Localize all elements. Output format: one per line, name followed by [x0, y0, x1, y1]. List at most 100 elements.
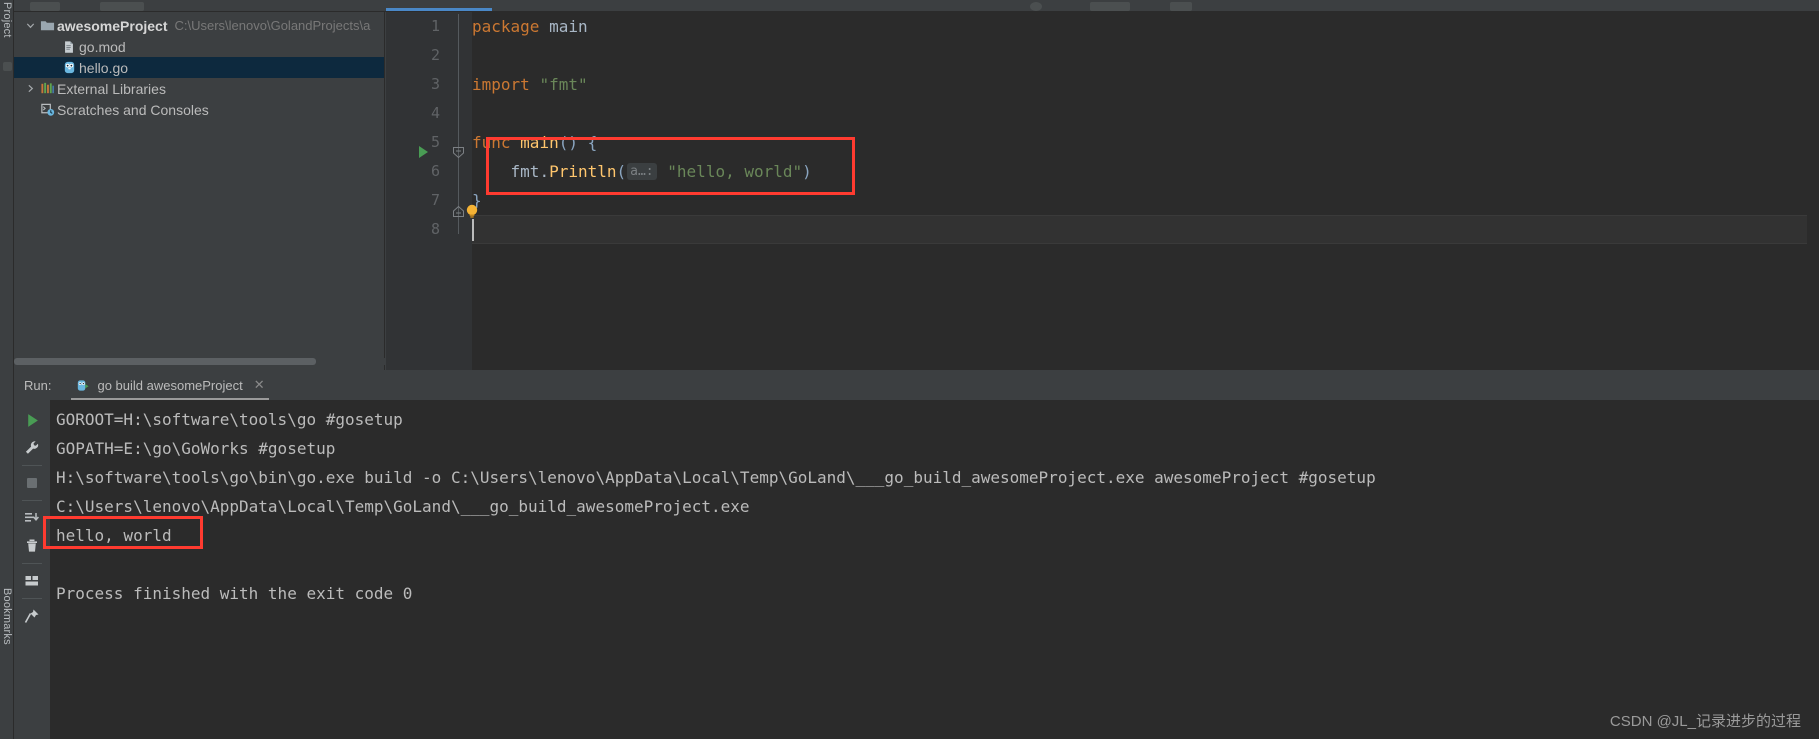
run-triangle-icon[interactable]: [416, 145, 430, 159]
console-line: Process finished with the exit code 0: [56, 584, 413, 603]
scroll-to-end-icon: [25, 513, 39, 522]
tree-item-go-mod[interactable]: go.mod: [14, 36, 384, 57]
editor-gutter[interactable]: 1 2 3 4 5 6 7 8: [386, 12, 448, 370]
toolbar-icon-group-left[interactable]: [30, 2, 60, 11]
layout-settings-button[interactable]: [18, 567, 46, 595]
toolbar-icon-search[interactable]: [1030, 2, 1042, 11]
toolbar-separator: [22, 500, 42, 501]
editor-tab-active-underline: [386, 8, 492, 11]
console-line: GOPATH=E:\go\GoWorks #gosetup: [56, 439, 336, 458]
bottom-left-tool-rail: Bookmarks: [0, 428, 14, 739]
scratches-icon: [37, 102, 57, 117]
rail-label-project[interactable]: Project: [1, 2, 13, 38]
toolbar-icon-run-config[interactable]: [100, 2, 144, 11]
stop-square-icon: [27, 478, 37, 488]
chevron-right-icon[interactable]: [23, 83, 37, 94]
code-token: "fmt": [539, 75, 588, 94]
code-token: {: [587, 133, 598, 152]
intention-bulb-icon[interactable]: [464, 203, 480, 219]
code-line-6[interactable]: fmt.Println(a…: "hello, world"): [472, 157, 812, 186]
rail-label-bookmarks[interactable]: Bookmarks: [1, 588, 13, 645]
text-caret: [472, 219, 474, 241]
libraries-icon: [37, 81, 57, 96]
close-icon[interactable]: ✕: [254, 377, 265, 393]
tree-item-external-libraries[interactable]: External Libraries: [14, 78, 384, 99]
toolbar-icon-extra[interactable]: [1170, 2, 1192, 11]
rerun-button[interactable]: [18, 406, 46, 434]
go-gopher-file-icon: [64, 61, 74, 74]
run-label: Run:: [24, 377, 52, 393]
go-mod-file-icon: [59, 40, 79, 54]
scroll-to-end-button[interactable]: [18, 504, 46, 532]
run-tab-title: go build awesomeProject: [97, 377, 243, 393]
toolbar-separator: [22, 563, 42, 564]
clear-all-button[interactable]: [18, 532, 46, 560]
chevron-down-icon[interactable]: [23, 20, 37, 31]
code-token: ): [802, 162, 812, 181]
line-number: 6: [430, 162, 440, 180]
csdn-watermark: CSDN @JL_记录进步的过程: [1609, 713, 1801, 730]
line-number: 1: [430, 17, 440, 35]
code-token: main: [520, 133, 559, 152]
code-token: (: [616, 162, 627, 181]
run-window-toolbar[interactable]: [16, 400, 48, 739]
main-toolbar: [0, 0, 1819, 12]
line-number: 5: [430, 133, 440, 151]
wrench-icon: [25, 441, 39, 454]
code-line-1[interactable]: package main: [472, 12, 588, 41]
parameter-hint-chip: a…:: [627, 163, 657, 180]
toolbar-icon-group-right[interactable]: [1090, 2, 1130, 11]
go-run-config-icon: [78, 379, 90, 391]
code-editor[interactable]: 1 2 3 4 5 6 7 8 package main import "fmt" func ma…: [386, 12, 1819, 370]
line-number: 8: [430, 220, 440, 238]
run-window-header: Run: go build awesomeProject ✕: [14, 370, 1819, 400]
project-horizontal-scrollbar[interactable]: [14, 355, 385, 367]
toolbar-separator: [22, 598, 42, 599]
scrollbar-thumb[interactable]: [14, 358, 316, 365]
tree-item-scratches-and-consoles[interactable]: Scratches and Consoles: [14, 99, 384, 120]
tree-item-awesomeproject[interactable]: awesomeProject C:\Users\lenovo\GolandProj…: [14, 15, 384, 36]
layout-icon: [25, 576, 38, 586]
editor-fold-gutter[interactable]: [448, 12, 472, 370]
editor-code-text[interactable]: package main import "fmt" func main() { fm…: [472, 12, 1819, 370]
console-vertical-scrollbar[interactable]: [1813, 400, 1819, 739]
run-tool-window: Run: go build awesomeProject ✕ GOROOT=H:…: [14, 370, 1819, 739]
run-tab-go-build[interactable]: go build awesomeProject ✕: [71, 370, 269, 400]
line-number: 3: [430, 75, 440, 93]
line-number: 4: [430, 104, 440, 122]
code-token: .: [539, 162, 550, 181]
go-gopher-file-icon: [59, 60, 79, 75]
code-line-3[interactable]: import "fmt": [472, 70, 588, 99]
stop-button[interactable]: [18, 469, 46, 497]
pin-tab-button[interactable]: [18, 602, 46, 630]
code-token: func: [472, 133, 511, 152]
go-mod-file-icon: [65, 40, 73, 53]
console-line: C:\Users\lenovo\AppData\Local\Temp\GoLan…: [56, 497, 750, 516]
goland-window: Project Bookmarks awesomeProject C:\Users…: [0, 0, 1819, 739]
tree-item-hello-go[interactable]: hello.go: [14, 57, 384, 78]
run-console-output[interactable]: GOROOT=H:\software\tools\go #gosetup GOPA…: [50, 400, 1819, 739]
fold-collapse-icon-line5[interactable]: [452, 146, 465, 159]
tree-item-path: C:\Users\lenovo\GolandProjects\a: [174, 18, 371, 33]
line-number: 2: [430, 46, 440, 64]
run-triangle-icon: [27, 413, 38, 427]
code-token: Println: [549, 162, 617, 181]
tree-item-label: awesomeProject: [57, 17, 168, 34]
rail-structure-icon[interactable]: [3, 62, 12, 71]
console-line: H:\software\tools\go\bin\go.exe build -o…: [56, 468, 1376, 487]
folder-icon: [40, 21, 54, 31]
code-token: "hello, world": [667, 162, 803, 181]
code-line-5[interactable]: func main() {: [472, 128, 597, 157]
project-tree[interactable]: awesomeProject C:\Users\lenovo\GolandProj…: [14, 12, 384, 120]
code-token: fmt: [472, 162, 540, 181]
folder-icon: [37, 18, 57, 33]
editor-right-strip: [1807, 12, 1819, 370]
libraries-icon: [40, 82, 54, 94]
edit-configuration-button[interactable]: [18, 434, 46, 462]
code-token: main: [539, 17, 588, 36]
